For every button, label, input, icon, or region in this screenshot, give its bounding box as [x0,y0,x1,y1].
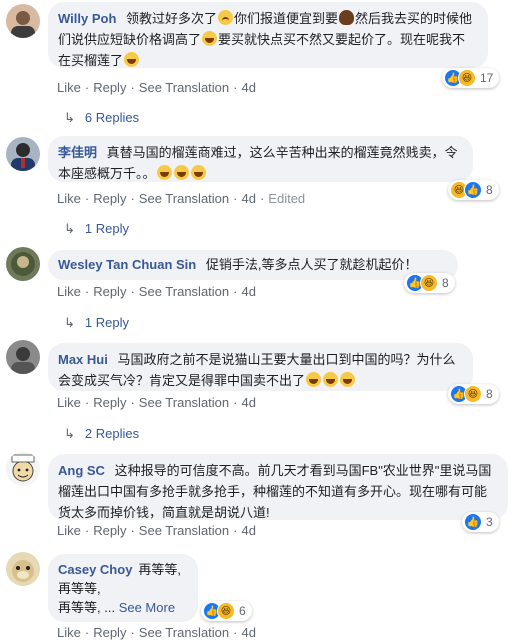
reply-link[interactable]: Reply [93,80,126,95]
comment-bubble: Willy Poh 领教过好多次了 你们报道便宜到要 然后我去买的时候他们说供应短缺… [48,2,488,68]
avatar[interactable] [6,452,40,486]
comment-bubble: Wesley Tan Chuan Sin 促销手法,等多点人买了就趁机起价！ [48,250,458,280]
avatar[interactable] [6,4,40,38]
reaction-count: 8 [442,276,449,290]
comment-actions: Like · Reply · See Translation · 4d [57,625,256,640]
laugh-emoji-icon [124,52,140,67]
reaction-summary[interactable]: 👍 😆 17 [442,68,500,88]
timestamp[interactable]: 4d [241,80,255,95]
see-translation-link[interactable]: See Translation [139,80,229,95]
comment-text: 这种报导的可信度不高。前几天才看到马国FB"农业世界"里说马国榴莲出口中国有多抢… [58,463,492,520]
comment-bubble: Max Hui 马国政府之前不是说猫山王要大量出口到中国的吗？为什么会变成买气冷… [48,343,473,391]
reply-arrow-icon: ↳ [64,221,75,236]
avatar[interactable] [6,552,40,586]
reply-link[interactable]: Reply [93,523,126,538]
comment-author[interactable]: Ang SC [58,463,105,478]
laugh-emoji-icon [202,31,218,46]
comment-text-line: 再等等, ... [58,600,116,615]
reaction-count: 6 [239,604,246,618]
comment-author[interactable]: 李佳明 [58,145,97,160]
haha-reaction-icon: 😆 [217,602,235,620]
reaction-count: 8 [486,387,493,401]
view-replies-link[interactable]: ↳ 1 Reply [64,315,129,331]
reply-link[interactable]: Reply [93,625,126,640]
comment-bubble: 李佳明 真替马国的榴莲商难过，这么辛苦种出来的榴莲竟然贱卖，令本座感概万千。。 [48,136,473,182]
comment-author[interactable]: Willy Poh [58,11,116,26]
like-link[interactable]: Like [57,191,81,206]
see-translation-link[interactable]: See Translation [139,191,229,206]
reaction-summary[interactable]: 👍 😆 6 [201,601,252,621]
reaction-summary[interactable]: 👍 😆 8 [448,384,499,404]
reaction-summary[interactable]: 👍 😆 8 [404,273,455,293]
timestamp[interactable]: 4d [241,395,255,410]
like-link[interactable]: Like [57,284,81,299]
see-translation-link[interactable]: See Translation [139,395,229,410]
view-replies-link[interactable]: ↳ 1 Reply [64,221,129,237]
like-link[interactable]: Like [57,523,81,538]
avatar[interactable] [6,137,40,171]
laugh-emoji-icon [340,372,356,387]
comment-author[interactable]: Max Hui [58,352,108,367]
avatar[interactable] [6,247,40,281]
timestamp[interactable]: 4d [241,284,255,299]
see-translation-link[interactable]: See Translation [139,523,229,538]
timestamp[interactable]: 4d [241,625,255,640]
like-link[interactable]: Like [57,625,81,640]
see-translation-link[interactable]: See Translation [139,284,229,299]
comment-text: 真替马国的榴莲商难过，这么辛苦种出来的榴莲竟然贱卖，令本座感概万千。。 [58,145,458,181]
reply-link[interactable]: Reply [93,191,126,206]
comment-actions: Like · Reply · See Translation · 4d [57,284,256,299]
reaction-summary[interactable]: 👍 3 [462,512,499,532]
reply-arrow-icon: ↳ [64,426,75,441]
laugh-emoji-icon [323,372,339,387]
reaction-count: 3 [486,515,493,529]
reply-arrow-icon: ↳ [64,315,75,330]
comment-author[interactable]: Wesley Tan Chuan Sin [58,257,196,272]
reaction-summary[interactable]: 😆 👍 8 [448,180,499,200]
laugh-emoji-icon [173,165,189,180]
haha-reaction-icon: 😆 [464,385,482,403]
reply-link[interactable]: Reply [93,395,126,410]
haha-reaction-icon: 😆 [420,274,438,292]
edited-label[interactable]: Edited [268,191,305,206]
timestamp[interactable]: 4d [241,523,255,538]
laugh-emoji-icon [156,165,172,180]
timestamp[interactable]: 4d [241,191,255,206]
laugh-emoji-icon [306,372,322,387]
poop-emoji-icon [339,10,355,25]
like-link[interactable]: Like [57,395,81,410]
comment-actions: Like · Reply · See Translation · 4d [57,523,256,538]
comment-actions: Like · Reply · See Translation · 4d · Edited [57,191,306,206]
like-reaction-icon: 👍 [464,181,482,199]
reaction-count: 8 [486,183,493,197]
comment-text: 马国政府之前不是说猫山王要大量出口到中国的吗？为什么会变成买气冷？肯定又是得罪中… [58,352,456,388]
comment-text-line: 再等等, [58,581,101,596]
laugh-emoji-icon [190,165,206,180]
like-link[interactable]: Like [57,80,81,95]
comment-text: 领教过好多次了 你们报道便宜到要 然后我去买的时候他们说供应短缺价格调高了 要买就快点… [58,10,473,68]
comment-text-line: 再等等, [138,562,182,577]
sad-emoji-icon [218,10,234,25]
see-more-link[interactable]: See More [119,600,175,615]
view-replies-link[interactable]: ↳ 6 Replies [64,110,139,126]
view-replies-link[interactable]: ↳ 2 Replies [64,426,139,442]
comment-bubble: Ang SC 这种报导的可信度不高。前几天才看到马国FB"农业世界"里说马国榴莲… [48,454,508,520]
reply-arrow-icon: ↳ [64,110,75,125]
comment-text: 促销手法,等多点人买了就趁机起价！ [205,257,418,272]
comment-actions: Like · Reply · See Translation · 4d [57,395,256,410]
see-translation-link[interactable]: See Translation [139,625,229,640]
haha-reaction-icon: 😆 [458,69,476,87]
comment-bubble: Casey Choy 再等等, 再等等, 再等等, ... See More [48,554,198,622]
avatar[interactable] [6,340,40,374]
comment-actions: Like · Reply · See Translation · 4d [57,80,256,95]
comment-author[interactable]: Casey Choy [58,562,132,577]
reaction-count: 17 [480,71,494,85]
like-reaction-icon: 👍 [464,513,482,531]
reply-link[interactable]: Reply [93,284,126,299]
